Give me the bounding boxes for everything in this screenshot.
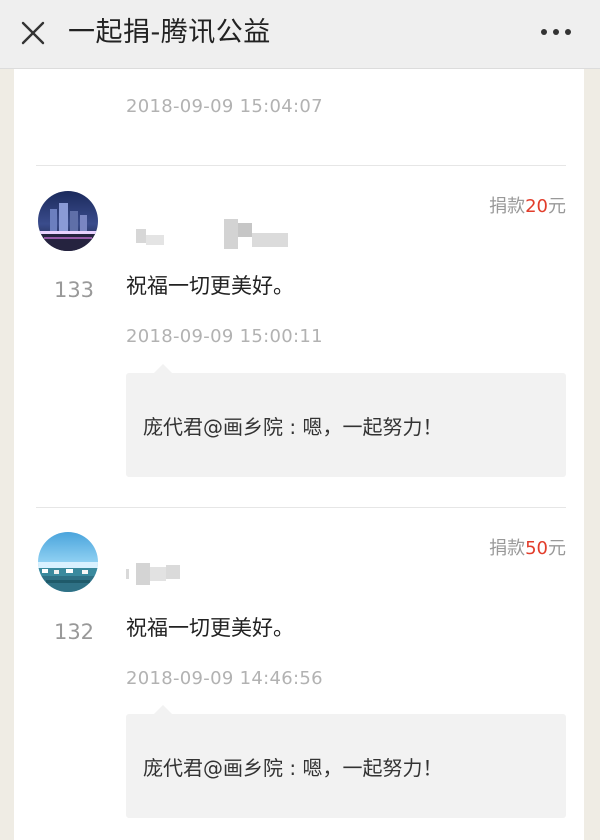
donation-prefix: 捐款 — [489, 196, 526, 217]
reply-pointer — [154, 705, 172, 714]
reply-box: 庞代君@画乡院 : 嗯，一起努力！ — [126, 364, 566, 477]
donor-rank: 132 — [53, 620, 95, 644]
donation-amount: 捐款50元 — [489, 534, 566, 560]
blurred-donor-name — [126, 561, 196, 593]
comment-time: 2018-09-09 14:46:56 — [126, 668, 323, 689]
reply-pointer — [154, 364, 172, 373]
comment-time: 2018-09-09 15:04:07 — [126, 96, 323, 117]
page-title: 一起捐-腾讯公益 — [68, 17, 271, 48]
reply-text: 庞代君@画乡院 : 嗯，一起努力！ — [143, 756, 443, 780]
donation-amount: 捐款20元 — [489, 192, 566, 218]
avatar[interactable] — [38, 191, 98, 251]
donation-prefix: 捐款 — [489, 538, 526, 559]
reply-text: 庞代君@画乡院 : 嗯，一起努力！ — [143, 415, 443, 439]
avatar[interactable] — [38, 532, 98, 592]
divider — [36, 165, 566, 166]
close-icon[interactable] — [18, 18, 48, 48]
donation-suffix: 元 — [548, 538, 566, 559]
donation-message: 祝福一切更美好。 — [126, 616, 294, 640]
reply-box: 庞代君@画乡院 : 嗯，一起努力！ — [126, 705, 566, 818]
amount-value: 20 — [525, 196, 548, 217]
donation-message: 祝福一切更美好。 — [126, 274, 294, 298]
divider — [36, 507, 566, 508]
donation-suffix: 元 — [548, 196, 566, 217]
amount-value: 50 — [525, 538, 548, 559]
blurred-donor-name — [134, 219, 294, 259]
donor-rank: 133 — [53, 278, 95, 302]
donation-list[interactable]: 2018-09-09 15:04:07 133 捐款20元 祝福一切更美好。 2… — [14, 69, 584, 840]
comment-time: 2018-09-09 15:00:11 — [126, 326, 323, 347]
more-icon[interactable] — [536, 22, 576, 42]
top-bar: 一起捐-腾讯公益 — [0, 0, 600, 69]
